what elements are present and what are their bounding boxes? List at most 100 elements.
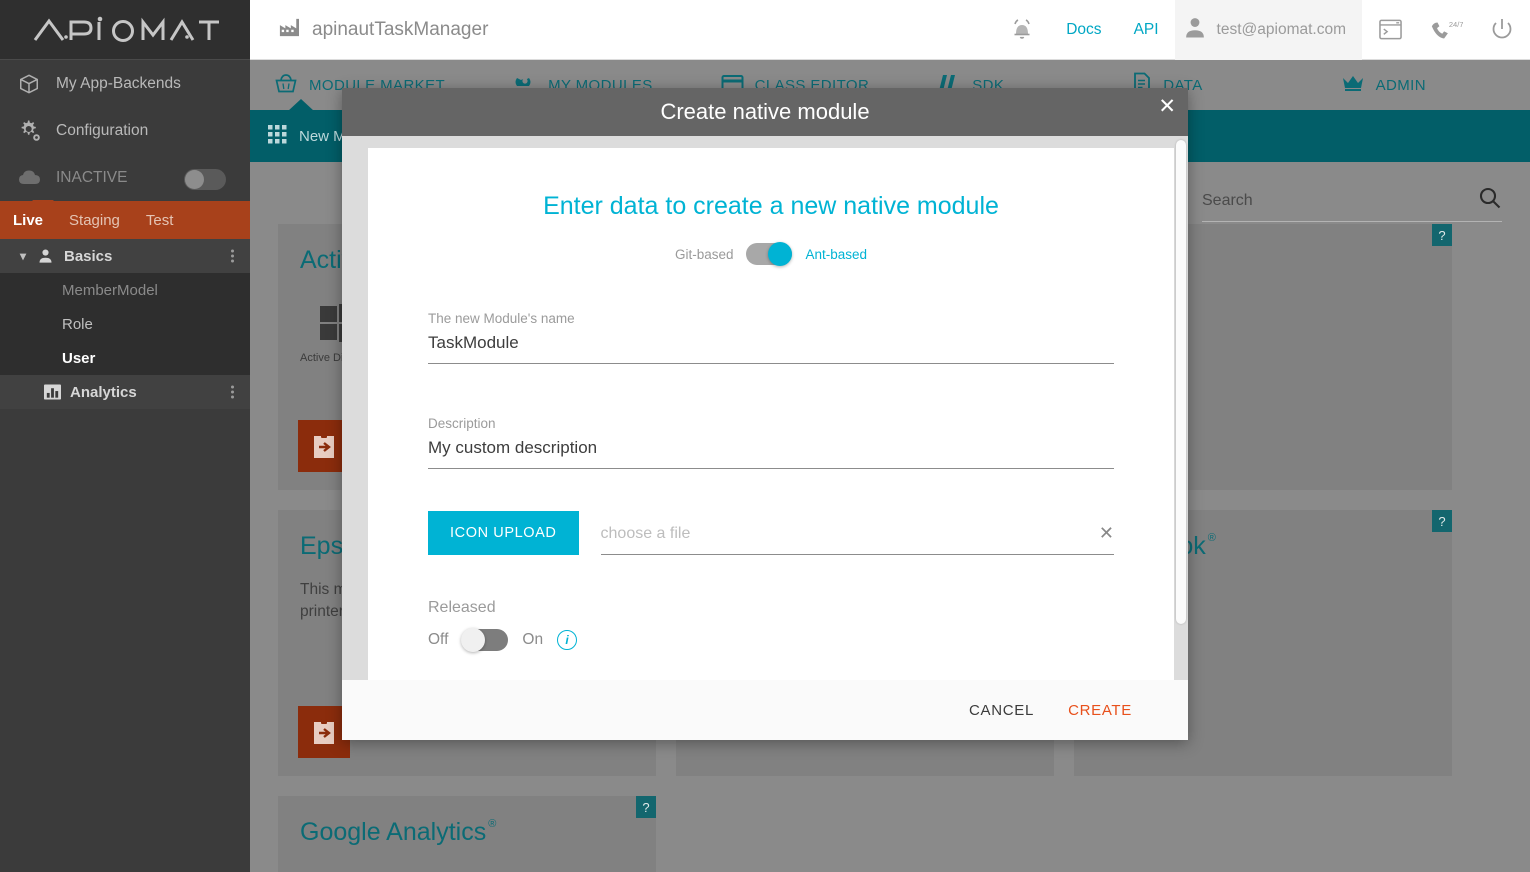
phone-24-7-icon[interactable]: 24/7 <box>1418 0 1474 60</box>
build-type-switch-row: Git-based Ant-based <box>428 242 1114 266</box>
env-tab-live[interactable]: Live <box>0 212 56 229</box>
user-menu[interactable]: test@apiomat.com <box>1174 0 1362 60</box>
icon-upload-button[interactable]: ICON UPLOAD <box>428 511 579 555</box>
form-heading: Enter data to create a new native module <box>543 192 999 220</box>
tree-item-label: MemberModel <box>62 281 158 299</box>
environment-bar: Live Staging Test <box>0 200 250 239</box>
tree-item-label: User <box>62 349 96 367</box>
bell-icon[interactable] <box>994 0 1050 60</box>
description-label: Description <box>428 416 496 431</box>
card-title: Google Analytics ® <box>278 796 656 847</box>
gear-icon <box>18 119 56 143</box>
docs-link[interactable]: Docs <box>1050 0 1117 60</box>
create-native-module-dialog: Create native module ✕ Enter data to cre… <box>342 88 1188 740</box>
module-name-field: The new Module's name TaskModule <box>428 311 1114 364</box>
sidebar-item-label: My App-Backends <box>56 74 181 92</box>
help-badge[interactable]: ? <box>636 796 656 818</box>
nav-tab-label: ADMIN <box>1375 76 1426 94</box>
registered-mark-icon: ® <box>1207 532 1216 544</box>
toggle-knob <box>461 628 486 652</box>
cloud-icon <box>18 169 56 187</box>
bar-chart-icon <box>44 384 70 400</box>
module-card[interactable]: ? Google Analytics ® <box>278 796 656 872</box>
grid-icon <box>268 124 287 148</box>
nav-active-indicator <box>288 99 314 111</box>
file-placeholder: choose a file <box>600 524 691 542</box>
tree-group-label: Basics <box>64 247 113 265</box>
info-icon[interactable]: i <box>557 630 578 650</box>
api-link[interactable]: API <box>1118 0 1175 60</box>
tree-item-label: Role <box>62 315 93 333</box>
env-tab-staging[interactable]: Staging <box>56 212 133 229</box>
dialog-scrollbar[interactable] <box>1174 136 1188 680</box>
git-based-label: Git-based <box>674 246 734 262</box>
module-name-label: The new Module's name <box>428 311 575 326</box>
tree-group-label: Analytics <box>70 383 137 401</box>
dialog-title: Create native module <box>660 99 870 124</box>
released-off-label: Off <box>428 631 449 648</box>
app-title-label: apinautTaskManager <box>312 18 489 40</box>
sidebar-item-configuration[interactable]: Configuration <box>0 107 250 154</box>
clear-file-icon[interactable]: ✕ <box>1099 523 1114 544</box>
ant-based-label: Ant-based <box>805 246 868 262</box>
factory-icon <box>278 17 300 43</box>
search-input[interactable]: Search <box>1202 186 1502 222</box>
released-label: Released <box>428 599 496 616</box>
toggle-knob <box>768 242 793 266</box>
released-section: Released Off On i <box>428 599 1114 652</box>
sidebar-item-label: INACTIVE <box>56 168 128 186</box>
basket-icon <box>274 72 298 98</box>
top-header: apinautTaskManager Docs API test@apiomat… <box>250 0 1530 60</box>
tree-item-user[interactable]: User <box>0 341 250 375</box>
released-toggle[interactable] <box>461 628 509 652</box>
app-title: apinautTaskManager <box>278 17 488 43</box>
released-toggle-row: Off On i <box>428 628 1114 652</box>
tree-menu-icon[interactable] <box>231 384 234 401</box>
description-input[interactable]: My custom description <box>428 431 1114 469</box>
tree-item-membermodel[interactable]: MemberModel <box>0 273 250 307</box>
cube-icon <box>18 73 56 95</box>
dialog-footer: CANCEL CREATE <box>342 680 1188 740</box>
icon-upload-row: ICON UPLOAD choose a file ✕ <box>428 511 1114 555</box>
search-icon[interactable] <box>1478 186 1502 215</box>
help-badge[interactable]: ? <box>1432 224 1452 246</box>
dialog-scrollbar-thumb[interactable] <box>1176 140 1186 624</box>
help-badge[interactable]: ? <box>1432 510 1452 532</box>
description-field: Description My custom description <box>428 416 1114 469</box>
app-root: My App-Backends Configuration INACTIVE L… <box>0 0 1530 872</box>
person-icon <box>38 248 64 264</box>
power-icon[interactable] <box>1474 0 1530 60</box>
terminal-icon[interactable] <box>1362 0 1418 60</box>
import-icon <box>314 719 334 744</box>
env-tab-test[interactable]: Test <box>133 212 187 229</box>
crown-icon <box>1341 74 1365 96</box>
env-arrow-indicator <box>32 200 54 210</box>
search-value: Search <box>1202 191 1253 209</box>
user-email-label: test@apiomat.com <box>1216 20 1346 38</box>
build-type-toggle[interactable] <box>746 242 793 266</box>
person-icon <box>1185 17 1205 43</box>
dialog-body: Enter data to create a new native module… <box>342 136 1188 680</box>
file-input[interactable]: choose a file ✕ <box>600 523 1114 555</box>
logo[interactable] <box>0 0 250 60</box>
module-name-input[interactable]: TaskModule <box>428 326 1114 364</box>
sidebar-item-label: Configuration <box>56 121 149 139</box>
close-icon[interactable]: ✕ <box>1158 96 1176 117</box>
card-title-label: Google Analytics <box>300 818 487 846</box>
apiomat-logo-icon <box>33 16 219 42</box>
create-button[interactable]: CREATE <box>1068 702 1132 719</box>
dialog-header: Create native module ✕ <box>342 88 1188 136</box>
tree-menu-icon[interactable] <box>231 248 234 265</box>
header-actions: Docs API test@apiomat.com 24/7 <box>994 0 1530 60</box>
cancel-button[interactable]: CANCEL <box>969 702 1034 719</box>
tree-group-basics[interactable]: ▾ Basics <box>0 239 250 273</box>
tree-item-role[interactable]: Role <box>0 307 250 341</box>
nav-tab-admin[interactable]: ADMIN <box>1337 60 1430 110</box>
import-icon <box>314 433 334 458</box>
tree-group-analytics[interactable]: Analytics <box>0 375 250 409</box>
sidebar-item-my-app-backends[interactable]: My App-Backends <box>0 60 250 107</box>
backend-active-toggle[interactable] <box>184 169 226 190</box>
released-on-label: On <box>522 631 544 648</box>
chevron-down-icon: ▾ <box>20 249 27 263</box>
dialog-form: Enter data to create a new native module… <box>368 148 1174 680</box>
